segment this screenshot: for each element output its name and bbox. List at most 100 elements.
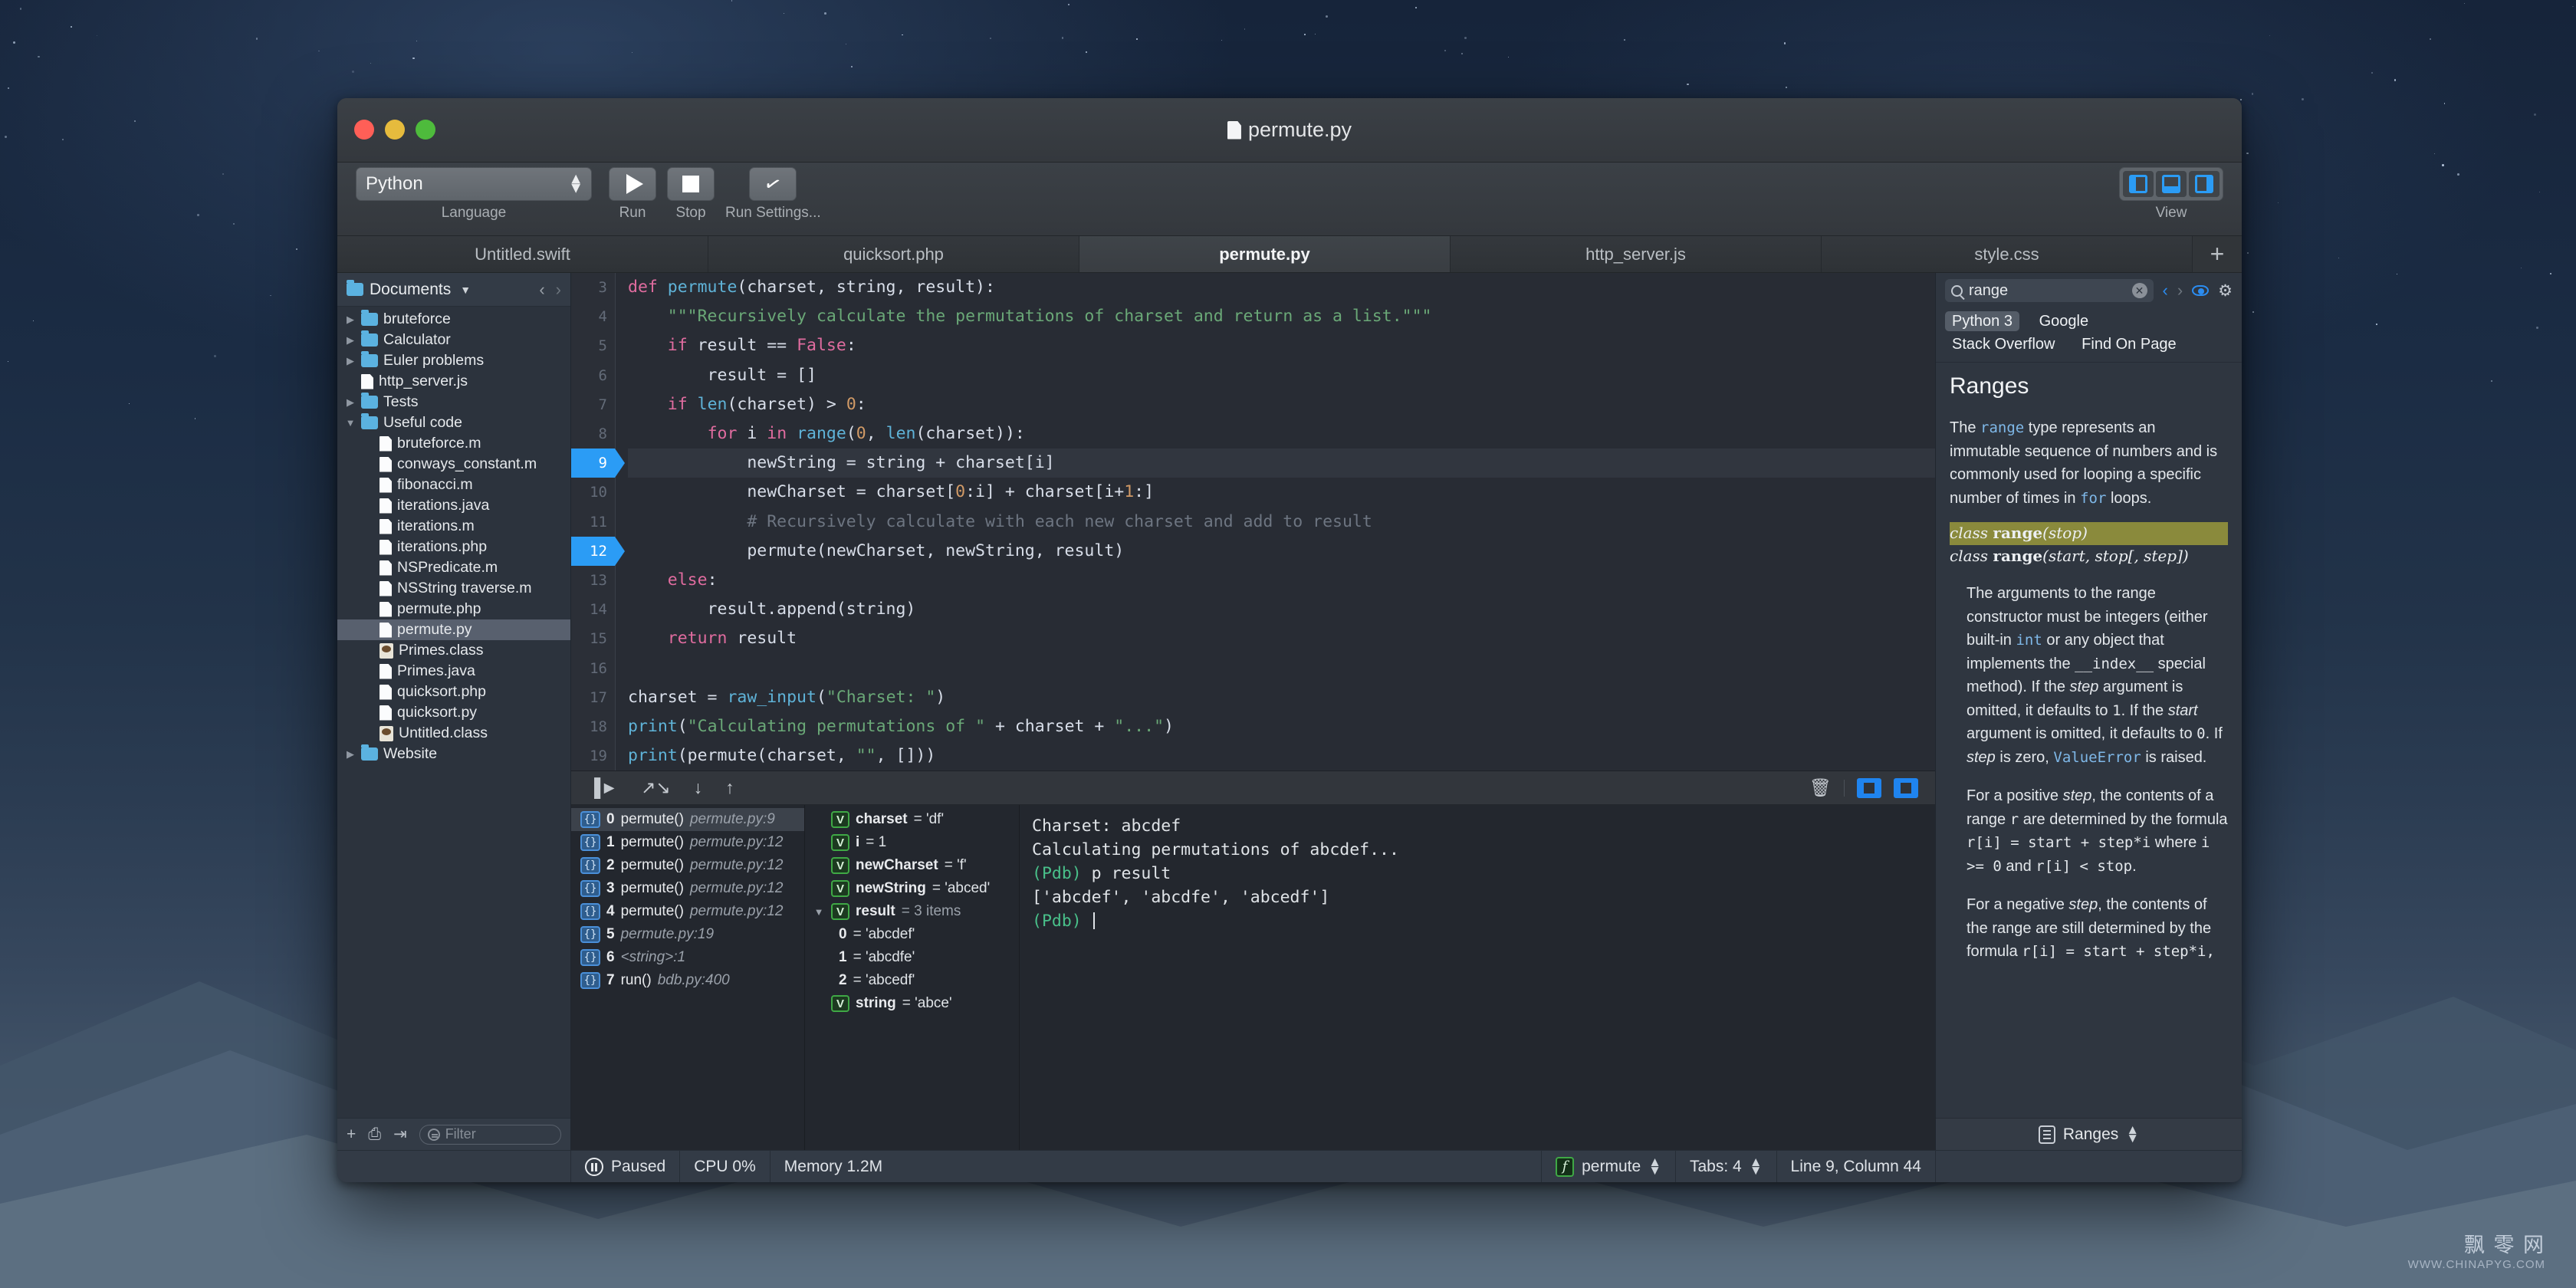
tree-item-nsstring-traverse-m[interactable]: ▶NSString traverse.m xyxy=(337,578,570,599)
filter-input[interactable]: Filter xyxy=(419,1124,561,1145)
tree-item-iterations-php[interactable]: ▶iterations.php xyxy=(337,537,570,557)
stack-frame-row[interactable]: {} 7 run() bdb.py:400 xyxy=(571,969,804,992)
line-number[interactable]: 13 xyxy=(571,566,615,595)
tree-item-primes-class[interactable]: ▶Primes.class xyxy=(337,640,570,661)
stack-frame-row[interactable]: {} 5 permute.py:19 xyxy=(571,923,804,946)
variable-row[interactable]: ▼VnewString = 'abced' xyxy=(805,877,1019,900)
tab-quicksort-php[interactable]: quicksort.php xyxy=(708,236,1079,272)
line-number[interactable]: 8 xyxy=(571,419,615,449)
console-split-left-icon[interactable] xyxy=(1857,777,1881,798)
stack-frame-row[interactable]: {} 2 permute() permute.py:12 xyxy=(571,854,804,877)
status-symbol[interactable]: f permute ▲ ▼ xyxy=(1542,1151,1676,1182)
step-into-icon[interactable]: ↓ xyxy=(694,777,703,798)
status-tabs[interactable]: Tabs: 4 ▲ ▼ xyxy=(1676,1151,1777,1182)
tree-item-tests[interactable]: ▶ Tests xyxy=(337,392,570,412)
line-number[interactable]: 4 xyxy=(571,302,615,331)
docs-footer[interactable]: Ranges ▲ ▼ xyxy=(1936,1118,2242,1150)
tree-item-conways-constant-m[interactable]: ▶conways_constant.m xyxy=(337,454,570,475)
disclosure-open-icon[interactable]: ▼ xyxy=(345,417,356,429)
trash-icon[interactable]: 🗑 xyxy=(1809,777,1832,798)
view-segmented-control[interactable] xyxy=(2119,167,2223,201)
tab-permute-py[interactable]: permute.py xyxy=(1079,236,1472,272)
disclosure-closed-icon[interactable]: ▶ xyxy=(345,748,356,761)
new-folder-icon[interactable]: ⎙ xyxy=(368,1125,381,1144)
add-file-button[interactable]: + xyxy=(347,1125,356,1144)
line-number[interactable]: 15 xyxy=(571,624,615,653)
run-button[interactable] xyxy=(609,167,656,201)
step-over-icon[interactable]: ↗↘ xyxy=(641,777,671,798)
eye-icon[interactable] xyxy=(2192,285,2210,296)
variable-row[interactable]: ▼ Vresult = 3 items xyxy=(805,900,1019,923)
language-select[interactable]: Python ▲ ▼ xyxy=(356,167,592,201)
code-editor[interactable]: 3 4 5 6 7 8 9 10 11 12 13 14 15 16 17 18 19 def permute(… xyxy=(571,273,1935,771)
gear-icon[interactable]: ⚙ xyxy=(2218,281,2233,301)
tree-item-website[interactable]: ▶ Website xyxy=(337,744,570,764)
toggle-console-button[interactable] xyxy=(2156,171,2187,197)
forward-button[interactable]: › xyxy=(556,280,561,300)
line-number[interactable]: 18 xyxy=(571,712,615,741)
line-number[interactable]: 7 xyxy=(571,390,615,419)
tree-item-iterations-m[interactable]: ▶iterations.m xyxy=(337,516,570,537)
tree-item-useful-code[interactable]: ▼ Useful code xyxy=(337,412,570,433)
tree-item-quicksort-php[interactable]: ▶quicksort.php xyxy=(337,682,570,702)
line-number[interactable]: 10 xyxy=(571,478,615,507)
stack-frame-row[interactable]: {} 0 permute() permute.py:9 xyxy=(571,808,804,831)
toggle-docs-button[interactable] xyxy=(2189,171,2220,197)
variable-row[interactable]: 1 = 'abcdfe' xyxy=(805,946,1019,969)
line-number[interactable]: 3 xyxy=(571,273,615,302)
variable-row[interactable]: ▼VnewCharset = 'f' xyxy=(805,854,1019,877)
disclosure-closed-icon[interactable]: ▶ xyxy=(345,334,356,347)
call-stack-list[interactable]: {} 0 permute() permute.py:9 {} 1 permute() perm… xyxy=(571,805,805,1150)
docs-source-chips[interactable]: Python 3 Google Stack Overflow Find On Pa… xyxy=(1936,308,2242,362)
line-number[interactable]: 12 xyxy=(571,536,625,566)
docs-forward-button[interactable]: › xyxy=(2177,281,2183,301)
tree-item-quicksort-py[interactable]: ▶quicksort.py xyxy=(337,702,570,723)
variable-row[interactable]: ▼Vstring = 'abce' xyxy=(805,992,1019,1015)
run-settings-button[interactable]: ✓ xyxy=(749,167,797,201)
stop-button[interactable] xyxy=(667,167,715,201)
variables-list[interactable]: ▼Vcharset = 'df'▼Vi = 1▼VnewCharset = 'f… xyxy=(805,805,1020,1150)
tree-item-permute-php[interactable]: ▶permute.php xyxy=(337,599,570,619)
code-content[interactable]: def permute(charset, string, result): ""… xyxy=(616,273,1935,770)
new-tab-button[interactable]: + xyxy=(2193,236,2242,272)
docs-search-input[interactable]: range ✕ xyxy=(1945,279,2154,302)
tree-item-permute-py[interactable]: ▶permute.py xyxy=(337,619,570,640)
docs-source-find-on-page[interactable]: Find On Page xyxy=(2075,334,2183,354)
disclosure-closed-icon[interactable]: ▶ xyxy=(345,355,356,367)
docs-source-python-3[interactable]: Python 3 xyxy=(1945,311,2019,331)
tree-item-nspredicate-m[interactable]: ▶NSPredicate.m xyxy=(337,557,570,578)
tab-untitled-swift[interactable]: Untitled.swift xyxy=(337,236,708,272)
line-number[interactable]: 16 xyxy=(571,653,615,682)
variable-row[interactable]: 2 = 'abcedf' xyxy=(805,969,1019,992)
tree-item-bruteforce[interactable]: ▶ bruteforce xyxy=(337,309,570,330)
disclosure-closed-icon[interactable]: ▶ xyxy=(345,396,356,409)
sidebar-nav[interactable]: ‹ › xyxy=(539,280,561,300)
tree-item-euler-problems[interactable]: ▶ Euler problems xyxy=(337,350,570,371)
tab-style-css[interactable]: style.css xyxy=(1822,236,2193,272)
line-number[interactable]: 9 xyxy=(571,449,625,478)
tree-item-untitled-class[interactable]: ▶Untitled.class xyxy=(337,723,570,744)
import-icon[interactable]: ⇥ xyxy=(393,1125,407,1144)
console-split-right-icon[interactable] xyxy=(1894,777,1918,798)
disclosure-open-icon[interactable]: ▼ xyxy=(813,906,825,918)
tab-http-server-js[interactable]: http_server.js xyxy=(1451,236,1822,272)
line-number[interactable]: 5 xyxy=(571,331,615,360)
line-number[interactable]: 6 xyxy=(571,361,615,390)
tree-item-http-server-js[interactable]: ▶http_server.js xyxy=(337,371,570,392)
continue-icon[interactable]: ▐► xyxy=(588,777,618,798)
line-number[interactable]: 19 xyxy=(571,741,615,770)
variable-row[interactable]: ▼Vcharset = 'df' xyxy=(805,808,1019,831)
tree-item-primes-java[interactable]: ▶Primes.java xyxy=(337,661,570,682)
variable-row[interactable]: 0 = 'abcdef' xyxy=(805,923,1019,946)
tree-item-calculator[interactable]: ▶ Calculator xyxy=(337,330,570,350)
sidebar-header[interactable]: Documents ▼ ‹ › xyxy=(337,273,570,307)
tree-item-bruteforce-m[interactable]: ▶bruteforce.m xyxy=(337,433,570,454)
clear-icon[interactable]: ✕ xyxy=(2131,283,2147,298)
docs-back-button[interactable]: ‹ xyxy=(2163,281,2168,301)
file-tree[interactable]: ▶bruteforce▶Calculator▶Euler problems▶ht… xyxy=(337,307,570,1118)
disclosure-closed-icon[interactable]: ▶ xyxy=(345,314,356,326)
stack-frame-row[interactable]: {} 6 <string>:1 xyxy=(571,946,804,969)
tree-item-iterations-java[interactable]: ▶iterations.java xyxy=(337,495,570,516)
stack-frame-row[interactable]: {} 1 permute() permute.py:12 xyxy=(571,831,804,854)
variable-row[interactable]: ▼Vi = 1 xyxy=(805,831,1019,854)
